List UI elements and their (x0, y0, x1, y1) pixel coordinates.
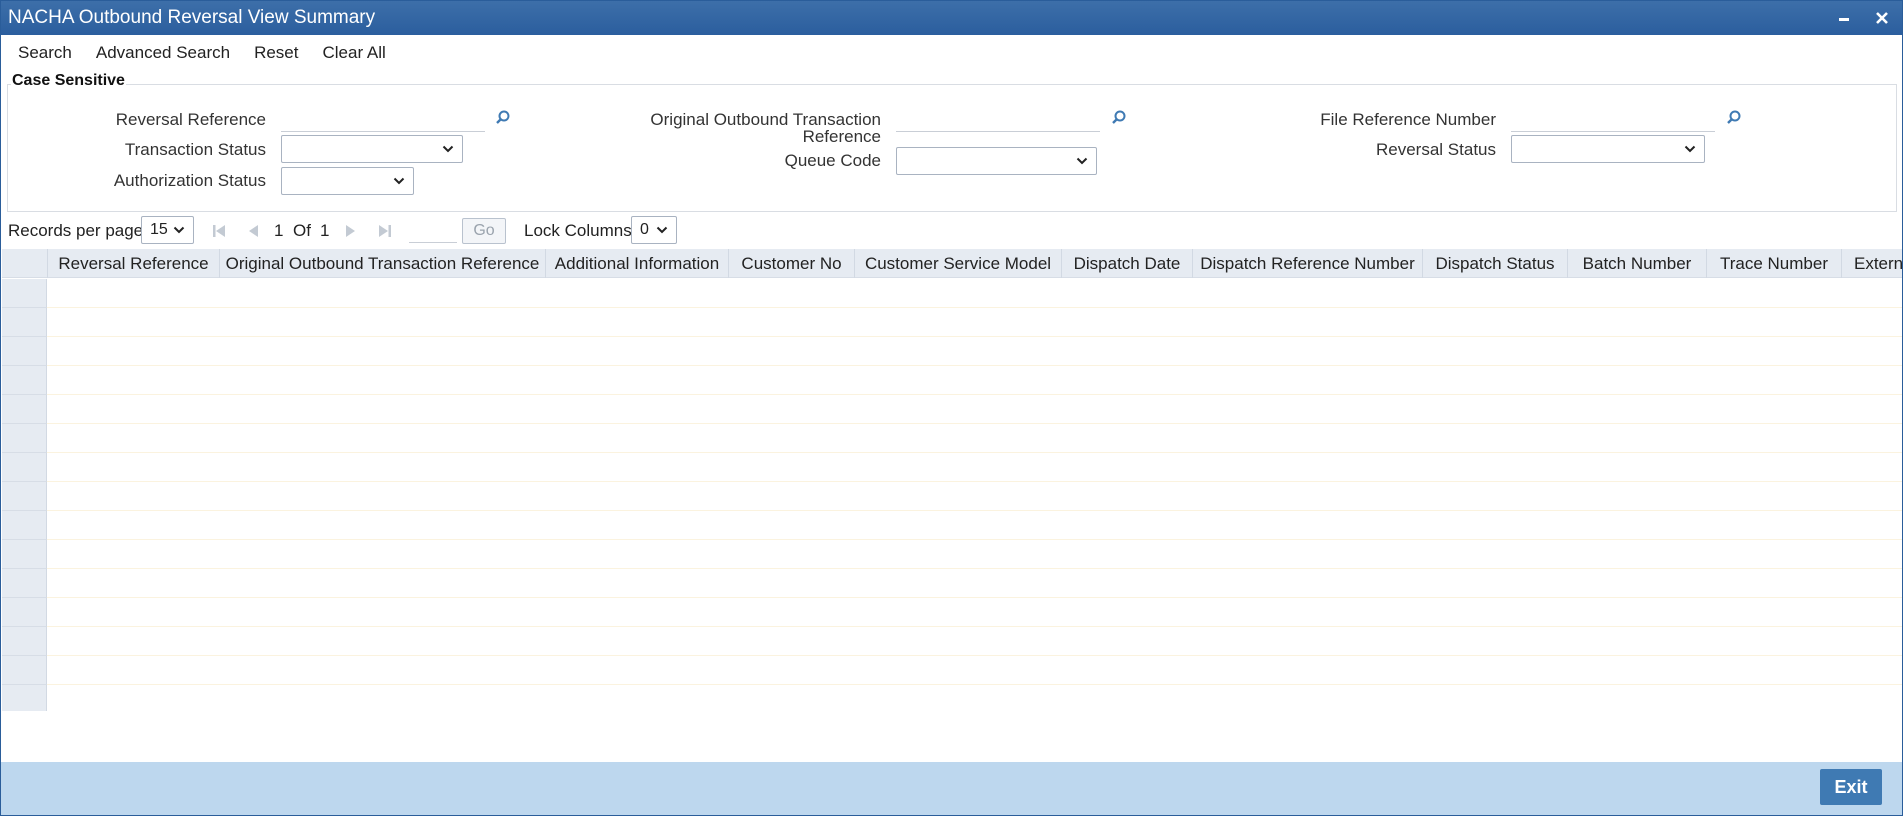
transaction-status-select[interactable] (281, 135, 463, 163)
reversal-reference-input[interactable] (281, 108, 485, 132)
table-row[interactable] (47, 511, 1902, 540)
reversal-status-select[interactable] (1511, 135, 1705, 163)
transaction-status-label: Transaction Status (124, 140, 266, 159)
table-row[interactable] (47, 279, 1902, 308)
reset-button[interactable]: Reset (242, 35, 310, 71)
lock-columns-select[interactable]: 0 (631, 216, 677, 244)
footer-bar (1, 762, 1902, 815)
column-header[interactable]: Trace Number (1707, 249, 1842, 278)
row-selector[interactable] (2, 395, 47, 424)
search-icon[interactable] (1110, 109, 1128, 127)
original-outbound-label-line2: Reference (802, 127, 881, 146)
row-selector[interactable] (2, 685, 47, 711)
row-selector[interactable] (2, 337, 47, 366)
table-row[interactable] (47, 366, 1902, 395)
search-icon[interactable] (494, 109, 512, 127)
authorization-status-select[interactable] (281, 167, 414, 195)
window-title: NACHA Outbound Reversal View Summary (8, 7, 376, 28)
records-per-page-select[interactable]: 15 (141, 216, 194, 244)
file-reference-number-input[interactable] (1511, 108, 1715, 132)
case-sensitive-legend: Case Sensitive (11, 72, 126, 90)
minimize-icon[interactable] (1833, 7, 1855, 29)
row-selector[interactable] (2, 656, 47, 685)
reversal-status-label: Reversal Status (1376, 140, 1496, 159)
chevron-down-icon (656, 226, 668, 234)
chevron-down-icon (173, 226, 185, 234)
row-selector[interactable] (2, 482, 47, 511)
grid-header: Reversal Reference Original Outbound Tra… (2, 249, 1902, 278)
row-selector[interactable] (2, 366, 47, 395)
row-selector[interactable] (2, 598, 47, 627)
lock-columns-label: Lock Columns (524, 221, 632, 240)
column-header[interactable]: Additional Information (546, 249, 729, 278)
row-selector[interactable] (2, 511, 47, 540)
exit-button[interactable]: Exit (1820, 769, 1882, 805)
row-selector[interactable] (2, 279, 47, 308)
of-label: Of (293, 221, 311, 240)
table-row[interactable] (47, 424, 1902, 453)
row-selector[interactable] (2, 627, 47, 656)
close-icon[interactable] (1871, 7, 1893, 29)
pager: Records per page 15 1 Of 1 Go Lock Colum… (1, 215, 1902, 245)
summary-window: NACHA Outbound Reversal View Summary Sea… (0, 0, 1903, 816)
row-selector[interactable] (2, 540, 47, 569)
search-icon[interactable] (1725, 109, 1743, 127)
queue-code-select[interactable] (896, 147, 1097, 175)
next-page-icon[interactable] (343, 223, 359, 239)
table-row[interactable] (47, 656, 1902, 685)
table-row[interactable] (47, 482, 1902, 511)
authorization-status-label: Authorization Status (113, 171, 266, 190)
results-grid: Reversal Reference Original Outbound Tra… (2, 249, 1902, 711)
column-header[interactable]: Dispatch Reference Number (1193, 249, 1423, 278)
records-per-page-label: Records per page (8, 221, 144, 240)
search-button[interactable]: Search (6, 35, 84, 71)
table-row[interactable] (47, 308, 1902, 337)
row-selector[interactable] (2, 453, 47, 482)
table-row[interactable] (47, 395, 1902, 424)
column-header[interactable]: Customer Service Model (855, 249, 1062, 278)
advanced-search-button[interactable]: Advanced Search (84, 35, 242, 71)
total-pages: 1 (320, 221, 330, 240)
column-header[interactable]: Original Outbound Transaction Reference (220, 249, 546, 278)
table-row[interactable] (47, 569, 1902, 598)
row-selector[interactable] (2, 569, 47, 598)
table-row[interactable] (47, 540, 1902, 569)
column-header[interactable]: Batch Number (1568, 249, 1707, 278)
row-selector[interactable] (2, 424, 47, 453)
column-header[interactable]: Reversal Reference (48, 249, 220, 278)
current-page: 1 (274, 221, 284, 240)
column-header[interactable]: Extern (1842, 249, 1902, 278)
clear-all-button[interactable]: Clear All (311, 35, 398, 71)
previous-page-icon[interactable] (245, 223, 261, 239)
select-all-header[interactable] (2, 249, 48, 278)
table-row[interactable] (47, 685, 1902, 711)
first-page-icon[interactable] (211, 223, 227, 239)
reversal-reference-label: Reversal Reference (115, 110, 266, 129)
title-bar: NACHA Outbound Reversal View Summary (1, 1, 1902, 35)
chevron-down-icon (1684, 145, 1696, 153)
column-header[interactable]: Customer No (729, 249, 855, 278)
original-outbound-reference-input[interactable] (896, 108, 1100, 132)
table-row[interactable] (47, 598, 1902, 627)
row-selector[interactable] (2, 308, 47, 337)
chevron-down-icon (393, 177, 405, 185)
go-button[interactable]: Go (462, 218, 506, 244)
file-reference-number-label: File Reference Number (1320, 110, 1496, 129)
column-header[interactable]: Dispatch Date (1062, 249, 1193, 278)
table-row[interactable] (47, 627, 1902, 656)
chevron-down-icon (442, 145, 454, 153)
page-number-input[interactable] (409, 219, 457, 243)
table-row[interactable] (47, 453, 1902, 482)
table-row[interactable] (47, 337, 1902, 366)
toolbar: Search Advanced Search Reset Clear All (1, 35, 1902, 71)
last-page-icon[interactable] (377, 223, 393, 239)
queue-code-label: Queue Code (784, 151, 881, 170)
chevron-down-icon (1076, 157, 1088, 165)
column-header[interactable]: Dispatch Status (1423, 249, 1568, 278)
